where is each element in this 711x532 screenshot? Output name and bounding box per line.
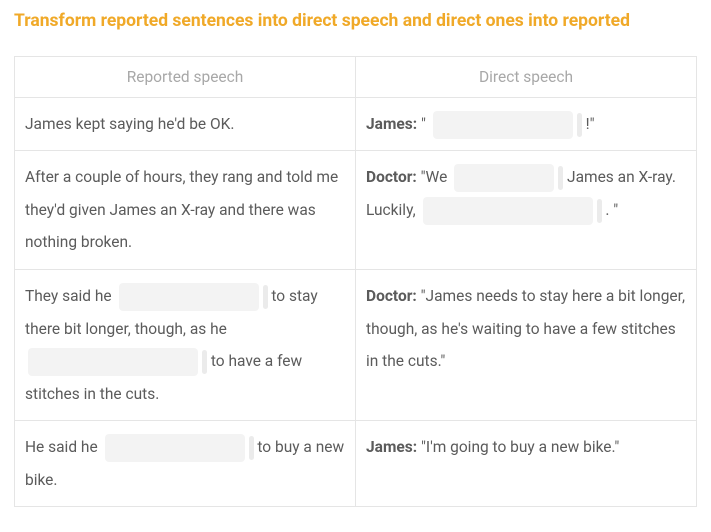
blank-input[interactable] xyxy=(28,348,198,376)
speaker-label: Doctor: xyxy=(366,168,417,186)
reported-cell: They said he to stay there bit longer, t… xyxy=(15,269,356,420)
blank-input[interactable] xyxy=(105,434,245,462)
direct-cell: James: "I'm going to buy a new bike." xyxy=(356,421,697,507)
table-row: James kept saying he'd be OK. James: " !… xyxy=(15,97,697,151)
direct-text: "I'm going to buy a new bike." xyxy=(421,438,619,456)
direct-cell: Doctor: "James needs to stay here a bit … xyxy=(356,269,697,420)
exercise-table: Reported speech Direct speech James kept… xyxy=(14,56,697,508)
drag-handle-icon[interactable] xyxy=(249,436,254,460)
table-row: After a couple of hours, they rang and t… xyxy=(15,151,697,270)
reported-cell: James kept saying he'd be OK. xyxy=(15,97,356,151)
drag-handle-icon[interactable] xyxy=(558,166,563,190)
drag-handle-icon[interactable] xyxy=(597,199,602,223)
blank-input[interactable] xyxy=(423,197,593,225)
blank-input[interactable] xyxy=(454,164,554,192)
speaker-label: Doctor: xyxy=(366,287,417,305)
reported-text: James kept saying he'd be OK. xyxy=(25,115,234,133)
reported-text: He said he xyxy=(25,438,98,456)
exercise-title: Transform reported sentences into direct… xyxy=(14,10,697,34)
drag-handle-icon[interactable] xyxy=(263,285,268,309)
drag-handle-icon[interactable] xyxy=(202,350,207,374)
header-reported: Reported speech xyxy=(15,56,356,97)
blank-input[interactable] xyxy=(433,111,573,139)
speaker-label: James: xyxy=(366,115,417,133)
reported-cell: After a couple of hours, they rang and t… xyxy=(15,151,356,270)
speaker-label: James: xyxy=(366,438,417,456)
reported-text: They said he xyxy=(25,287,112,305)
table-row: They said he to stay there bit longer, t… xyxy=(15,269,697,420)
reported-cell: He said he to buy a new bike. xyxy=(15,421,356,507)
direct-cell: James: " !" xyxy=(356,97,697,151)
drag-handle-icon[interactable] xyxy=(577,113,582,137)
direct-text: . " xyxy=(605,201,618,219)
direct-text: !" xyxy=(586,115,595,133)
reported-text: After a couple of hours, they rang and t… xyxy=(25,168,338,251)
direct-text: " xyxy=(421,115,426,133)
blank-input[interactable] xyxy=(119,283,259,311)
header-direct: Direct speech xyxy=(356,56,697,97)
table-row: He said he to buy a new bike. James: "I'… xyxy=(15,421,697,507)
direct-cell: Doctor: "We James an X-ray. Luckily, . " xyxy=(356,151,697,270)
direct-text: "We xyxy=(421,168,448,186)
